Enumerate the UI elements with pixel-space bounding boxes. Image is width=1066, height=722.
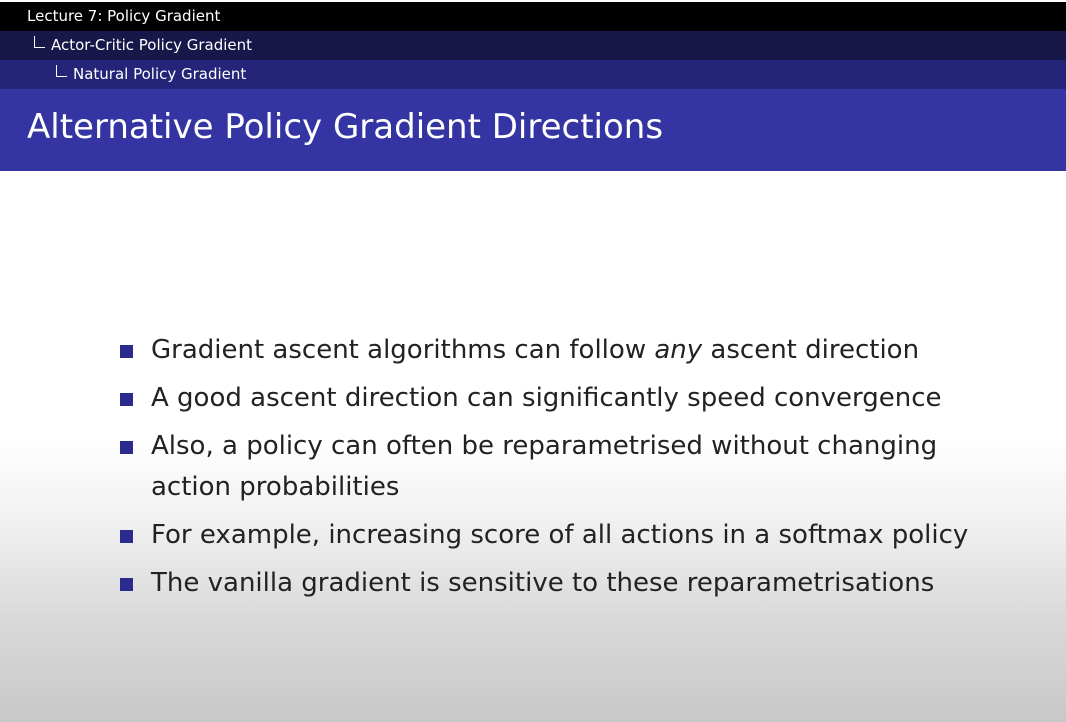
bullet-text: A good ascent direction can significantl… (151, 383, 942, 413)
bullet-text: For example, increasing score of all act… (151, 520, 969, 550)
square-bullet-icon (120, 345, 133, 358)
bullet-list: Gradient ascent algorithms can follow an… (120, 330, 1020, 611)
tree-branch-icon (56, 65, 67, 77)
square-bullet-icon (120, 578, 133, 591)
bullet-item: Gradient ascent algorithms can follow an… (120, 330, 1020, 371)
slide-title: Alternative Policy Gradient Directions (27, 107, 664, 147)
bullet-item: A good ascent direction can significantl… (120, 378, 1020, 419)
breadcrumb-section: Actor-Critic Policy Gradient (51, 36, 252, 54)
title-bar: Alternative Policy Gradient Directions (0, 89, 1066, 171)
breadcrumb-lecture: Lecture 7: Policy Gradient (27, 7, 221, 25)
bullet-item: The vanilla gradient is sensitive to the… (120, 563, 1020, 604)
tree-branch-icon (34, 36, 45, 48)
breadcrumb-section-row: Actor-Critic Policy Gradient (0, 31, 1066, 60)
bullet-text: Also, a policy can often be reparametris… (151, 431, 938, 502)
square-bullet-icon (120, 393, 133, 406)
emphasis-text: any (654, 335, 703, 365)
square-bullet-icon (120, 530, 133, 543)
breadcrumb-subsection: Natural Policy Gradient (73, 65, 247, 83)
bullet-item: Also, a policy can often be reparametris… (120, 426, 1020, 508)
slide: Lecture 7: Policy Gradient Actor-Critic … (0, 0, 1066, 722)
bullet-item: For example, increasing score of all act… (120, 515, 1020, 556)
square-bullet-icon (120, 441, 133, 454)
breadcrumb-lecture-row: Lecture 7: Policy Gradient (0, 2, 1066, 31)
breadcrumb-subsection-row: Natural Policy Gradient (0, 60, 1066, 89)
bullet-text: The vanilla gradient is sensitive to the… (151, 568, 935, 598)
bullet-text: Gradient ascent algorithms can follow an… (151, 335, 920, 365)
